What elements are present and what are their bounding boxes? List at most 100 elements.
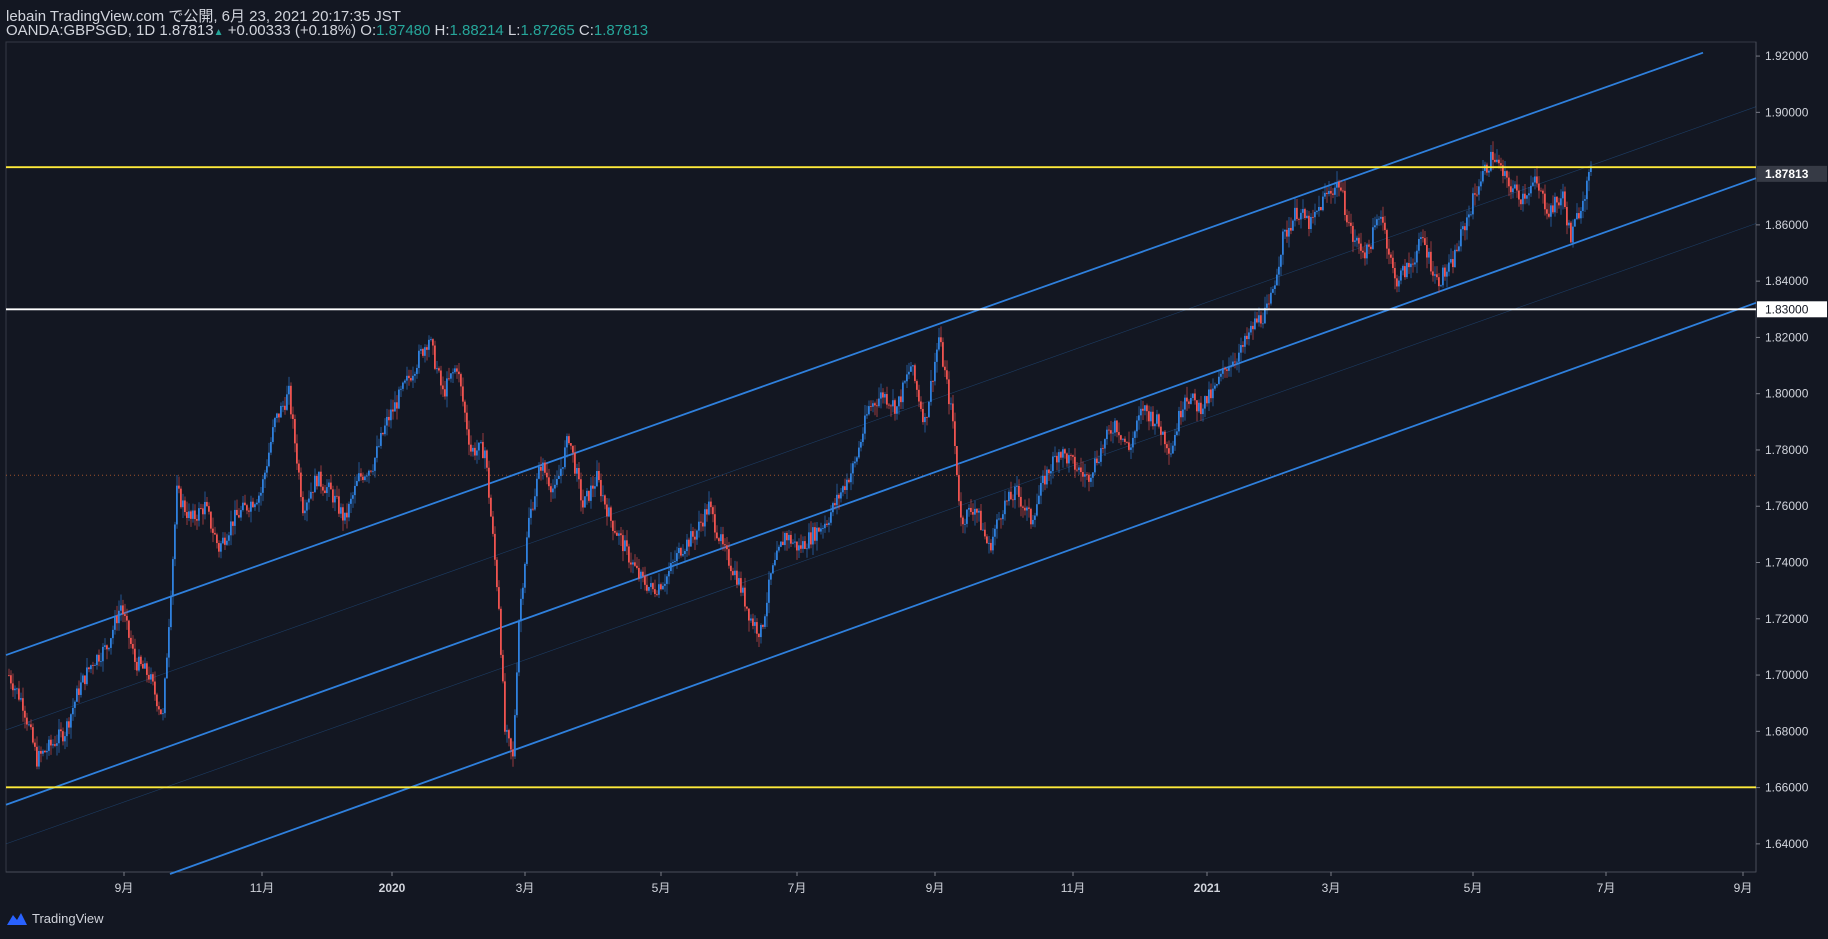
candle-body bbox=[1210, 389, 1212, 399]
candle-body bbox=[258, 495, 260, 503]
candle-body bbox=[1166, 444, 1168, 449]
candle-body bbox=[886, 394, 888, 405]
candle-body bbox=[986, 536, 988, 544]
candle-body bbox=[1380, 216, 1382, 219]
candle-body bbox=[834, 503, 836, 506]
candle-body bbox=[1270, 292, 1272, 304]
candle-body bbox=[326, 487, 328, 494]
candle-body bbox=[826, 523, 828, 525]
candle-body bbox=[848, 479, 850, 483]
candle-body bbox=[282, 405, 284, 407]
candle-body bbox=[638, 567, 640, 579]
candle-body bbox=[1272, 289, 1274, 293]
candle-body bbox=[860, 442, 862, 448]
candle-body bbox=[386, 416, 388, 426]
candle-body bbox=[706, 509, 708, 515]
candle-body bbox=[1588, 172, 1590, 181]
candle-body bbox=[44, 750, 46, 753]
x-tick-label: 11月 bbox=[1061, 881, 1085, 895]
candle-body bbox=[1516, 184, 1518, 191]
candle-body bbox=[982, 529, 984, 531]
candle-body bbox=[810, 532, 812, 545]
candle-body bbox=[158, 706, 160, 710]
candle-body bbox=[256, 502, 258, 505]
candle-body bbox=[1382, 216, 1384, 223]
candle-body bbox=[1568, 222, 1570, 226]
candle-body bbox=[1518, 190, 1520, 200]
candle-body bbox=[912, 365, 914, 367]
candle-body bbox=[1150, 411, 1152, 422]
candle-body bbox=[1326, 192, 1328, 194]
candle-body bbox=[1350, 222, 1352, 226]
candle-body bbox=[948, 379, 950, 405]
candle-body bbox=[238, 515, 240, 518]
candle-body bbox=[938, 337, 940, 350]
candle-body bbox=[538, 467, 540, 479]
candle-body bbox=[1412, 263, 1414, 265]
candle-body bbox=[1002, 514, 1004, 520]
candle-body bbox=[1554, 196, 1556, 213]
candle-body bbox=[196, 519, 198, 521]
candle-body bbox=[432, 339, 434, 346]
candle-body bbox=[736, 570, 738, 585]
candle-body bbox=[1206, 396, 1208, 404]
candle-body bbox=[738, 578, 740, 585]
candle-body bbox=[1180, 410, 1182, 418]
candle-body bbox=[1492, 151, 1494, 160]
candle-body bbox=[1548, 213, 1550, 217]
candle-body bbox=[916, 381, 918, 390]
candle-body bbox=[130, 637, 132, 644]
x-tick-label: 9月 bbox=[1734, 881, 1753, 895]
candle-body bbox=[1182, 409, 1184, 418]
candle-body bbox=[160, 709, 162, 715]
candle-body bbox=[1242, 345, 1244, 347]
candle-body bbox=[1346, 215, 1348, 223]
candle-body bbox=[1392, 257, 1394, 269]
candle-body bbox=[1316, 210, 1318, 212]
candle-body bbox=[1232, 361, 1234, 367]
candle-body bbox=[1562, 191, 1564, 199]
candle-body bbox=[570, 443, 572, 446]
candle-body bbox=[748, 608, 750, 621]
candle-body bbox=[1578, 213, 1580, 219]
candle-body bbox=[1226, 369, 1228, 371]
candle-body bbox=[1070, 455, 1072, 456]
candle-body bbox=[1534, 176, 1536, 183]
candle-body bbox=[1030, 508, 1032, 525]
candle-body bbox=[550, 486, 552, 493]
candle-body bbox=[306, 502, 308, 511]
candle-body bbox=[850, 473, 852, 483]
candle-body bbox=[446, 378, 448, 397]
candle-body bbox=[396, 402, 398, 409]
candle-body bbox=[1214, 385, 1216, 389]
x-tick-label: 7月 bbox=[1597, 881, 1616, 895]
candle-body bbox=[594, 486, 596, 489]
candle-body bbox=[1546, 209, 1548, 214]
candle-body bbox=[1474, 193, 1476, 195]
candle-body bbox=[806, 548, 808, 550]
candle-body bbox=[500, 608, 502, 655]
candle-body bbox=[884, 394, 886, 398]
candle-body bbox=[956, 445, 958, 475]
candle-body bbox=[766, 602, 768, 617]
candle-body bbox=[750, 618, 752, 621]
candle-body bbox=[1580, 210, 1582, 219]
candle-body bbox=[662, 585, 664, 590]
candle-body bbox=[786, 533, 788, 541]
candle-body bbox=[1050, 471, 1052, 474]
candle-body bbox=[106, 645, 108, 650]
candle-body bbox=[34, 742, 36, 747]
candle-body bbox=[394, 402, 396, 412]
candle-body bbox=[864, 415, 866, 434]
candle-body bbox=[438, 368, 440, 371]
candle-body bbox=[1134, 431, 1136, 438]
candle-body bbox=[224, 537, 226, 545]
candle-body bbox=[1334, 187, 1336, 195]
candle-body bbox=[388, 416, 390, 421]
price-chart[interactable]: 1.83000 1.87813 1.64000 1.66000 1.68000 1.70… bbox=[0, 0, 1828, 939]
candle-body bbox=[582, 500, 584, 508]
candle-body bbox=[136, 661, 138, 671]
candle-body bbox=[64, 736, 66, 742]
candle-body bbox=[868, 406, 870, 415]
candle-body bbox=[1034, 515, 1036, 520]
